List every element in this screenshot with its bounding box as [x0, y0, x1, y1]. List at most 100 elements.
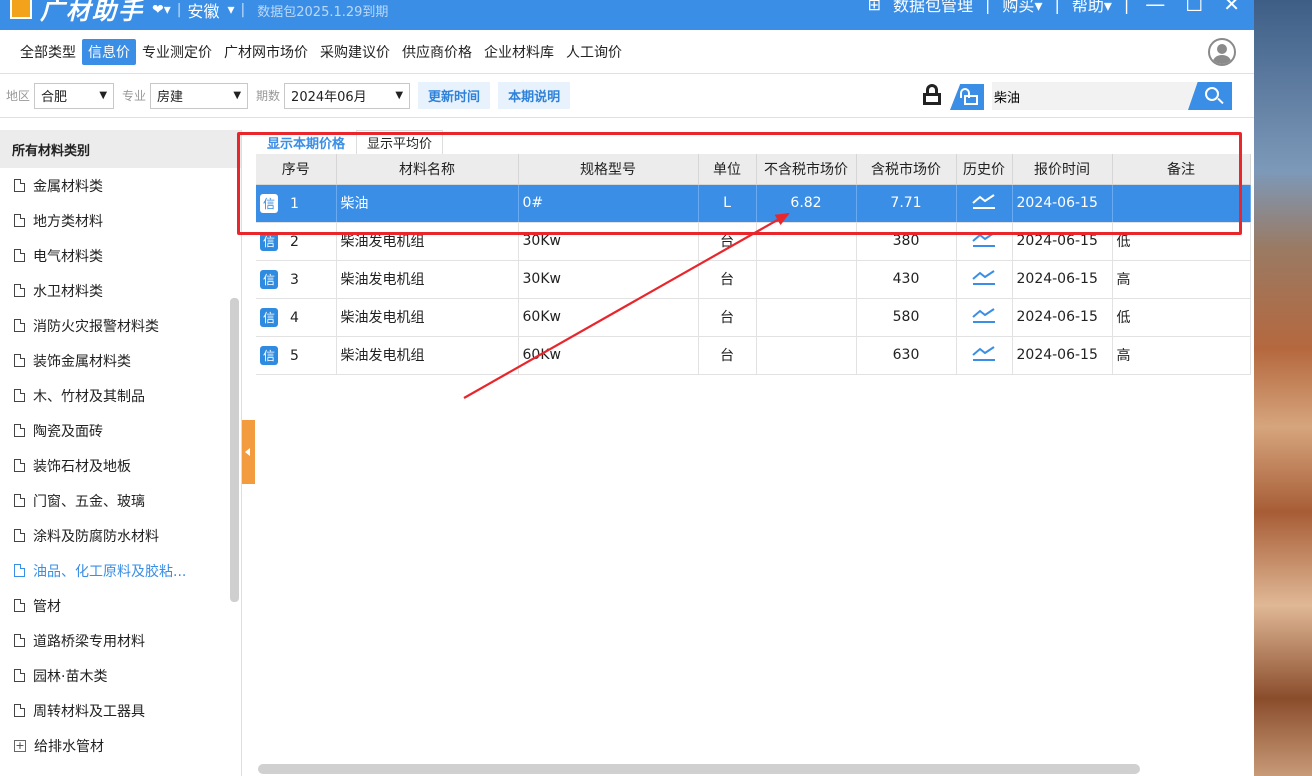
cell-price-ex-tax[interactable]: [756, 336, 857, 375]
sidebar-category-item[interactable]: 管材: [0, 588, 241, 623]
col-header-price-ex-tax[interactable]: 不含税市场价: [756, 154, 857, 185]
horizontal-scrollbar[interactable]: [258, 764, 1140, 774]
lock-icon[interactable]: [922, 84, 942, 106]
package-manage-link[interactable]: 数据包管理: [893, 0, 973, 16]
cell-note[interactable]: 高: [1112, 260, 1251, 299]
col-header-no[interactable]: 序号: [256, 154, 337, 185]
table-row[interactable]: 信 2 柴油发电机组 30Kw 台 380 2024-06-15 低: [256, 222, 1251, 261]
trend-chart-icon[interactable]: [972, 307, 996, 323]
cell-note[interactable]: 低: [1112, 298, 1251, 337]
cell-history[interactable]: [956, 260, 1013, 299]
cell-unit[interactable]: 台: [698, 298, 757, 337]
cell-note[interactable]: 高: [1112, 336, 1251, 375]
cell-date[interactable]: 2024-06-15: [1012, 222, 1113, 261]
sidebar-category-item[interactable]: 道路桥梁专用材料: [0, 623, 241, 658]
help-menu[interactable]: 帮助▾: [1072, 0, 1112, 16]
tab-average-price[interactable]: 显示平均价: [356, 130, 444, 154]
cell-price-ex-tax[interactable]: [756, 222, 857, 261]
maximize-button[interactable]: ☐: [1181, 0, 1207, 16]
region-switch[interactable]: 安徽: [187, 0, 219, 22]
sidebar-category-item[interactable]: 水卫材料类: [0, 273, 241, 308]
trend-chart-icon[interactable]: [972, 231, 996, 247]
cell-price-in-tax[interactable]: 430: [856, 260, 957, 299]
sidebar-category-item[interactable]: 消防火灾报警材料类: [0, 308, 241, 343]
expand-plus-icon[interactable]: +: [14, 739, 26, 752]
table-row[interactable]: 信 1 柴油 0# L 6.82 7.71 2024-06-15: [256, 184, 1251, 223]
menu-labor-inquiry[interactable]: 人工询价: [560, 39, 628, 65]
cell-history[interactable]: [956, 298, 1013, 337]
major-select[interactable]: 房建 ▼: [150, 82, 249, 109]
menu-info-price[interactable]: 信息价: [82, 38, 136, 65]
sidebar-category-item[interactable]: 电气材料类: [0, 238, 241, 273]
cell-price-in-tax[interactable]: 630: [856, 336, 957, 375]
unlock-icon[interactable]: [950, 84, 984, 110]
cell-spec[interactable]: 0#: [518, 184, 699, 223]
cell-price-in-tax[interactable]: 580: [856, 298, 957, 337]
cell-unit[interactable]: L: [698, 184, 757, 223]
cell-spec[interactable]: 30Kw: [518, 222, 699, 261]
table-row[interactable]: 信 5 柴油发电机组 60Kw 台 630 2024-06-15 高: [256, 336, 1251, 375]
table-row[interactable]: 信 4 柴油发电机组 60Kw 台 580 2024-06-15 低: [256, 298, 1251, 337]
cell-name[interactable]: 柴油发电机组: [336, 260, 519, 299]
sidebar-scrollbar[interactable]: [230, 298, 239, 602]
sidebar-category-item[interactable]: 装饰石材及地板: [0, 448, 241, 483]
col-header-spec[interactable]: 规格型号: [518, 154, 699, 185]
cell-price-ex-tax[interactable]: [756, 298, 857, 337]
trend-chart-icon[interactable]: [972, 269, 996, 285]
cell-name[interactable]: 柴油发电机组: [336, 298, 519, 337]
menu-market-price[interactable]: 广材网市场价: [218, 39, 314, 65]
cell-no[interactable]: 信4: [256, 298, 337, 337]
menu-enterprise-library[interactable]: 企业材料库: [478, 39, 560, 65]
buy-menu[interactable]: 购买▾: [1002, 0, 1042, 16]
cell-date[interactable]: 2024-06-15: [1012, 298, 1113, 337]
cell-name[interactable]: 柴油: [336, 184, 519, 223]
chevron-down-icon[interactable]: ❤▾: [152, 2, 171, 18]
sidebar-category-item[interactable]: 周转材料及工器具: [0, 693, 241, 728]
cell-name[interactable]: 柴油发电机组: [336, 336, 519, 375]
trend-chart-icon[interactable]: [972, 193, 996, 209]
period-select[interactable]: 2024年06月 ▼: [284, 82, 411, 109]
cell-price-ex-tax[interactable]: 6.82: [756, 184, 857, 223]
sidebar-category-item[interactable]: 门窗、五金、玻璃: [0, 483, 241, 518]
cell-history[interactable]: [956, 184, 1013, 223]
cell-history[interactable]: [956, 222, 1013, 261]
cell-price-in-tax[interactable]: 7.71: [856, 184, 957, 223]
sidebar-category-item[interactable]: 木、竹材及其制品: [0, 378, 241, 413]
col-header-unit[interactable]: 单位: [698, 154, 757, 185]
cell-no[interactable]: 信3: [256, 260, 337, 299]
search-input[interactable]: [992, 82, 1188, 110]
cell-unit[interactable]: 台: [698, 260, 757, 299]
tab-current-price[interactable]: 显示本期价格: [256, 130, 356, 154]
menu-professional-price[interactable]: 专业测定价: [136, 39, 218, 65]
sidebar-category-item[interactable]: 地方类材料: [0, 203, 241, 238]
sidebar-category-item[interactable]: 涂料及防腐防水材料: [0, 518, 241, 553]
menu-supplier-price[interactable]: 供应商价格: [396, 39, 478, 65]
sidebar-category-item[interactable]: + 给排水管材: [0, 728, 241, 763]
sidebar-category-item[interactable]: 园林·苗木类: [0, 658, 241, 693]
search-icon[interactable]: [1188, 82, 1232, 110]
region-select[interactable]: 合肥 ▼: [34, 82, 115, 109]
cell-date[interactable]: 2024-06-15: [1012, 260, 1113, 299]
cell-note[interactable]: 低: [1112, 222, 1251, 261]
period-note-button[interactable]: 本期说明: [498, 82, 571, 109]
menu-purchase-price[interactable]: 采购建议价: [314, 39, 396, 65]
menu-all-types[interactable]: 全部类型: [14, 39, 82, 65]
sidebar-category-item[interactable]: 金属材料类: [0, 168, 241, 203]
cell-date[interactable]: 2024-06-15: [1012, 184, 1113, 223]
cell-name[interactable]: 柴油发电机组: [336, 222, 519, 261]
trend-chart-icon[interactable]: [972, 345, 996, 361]
cell-no[interactable]: 信2: [256, 222, 337, 261]
minimize-button[interactable]: —: [1141, 0, 1169, 16]
sidebar-collapse-button[interactable]: [242, 420, 255, 484]
col-header-history[interactable]: 历史价: [956, 154, 1013, 185]
cell-spec[interactable]: 60Kw: [518, 298, 699, 337]
sidebar-category-item[interactable]: 陶瓷及面砖: [0, 413, 241, 448]
chevron-down-icon[interactable]: ▾: [228, 2, 235, 18]
table-row[interactable]: 信 3 柴油发电机组 30Kw 台 430 2024-06-15 高: [256, 260, 1251, 299]
col-header-date[interactable]: 报价时间: [1012, 154, 1113, 185]
cell-spec[interactable]: 30Kw: [518, 260, 699, 299]
avatar-icon[interactable]: [1208, 38, 1236, 66]
sidebar-category-item[interactable]: 油品、化工原料及胶粘...: [0, 553, 241, 588]
cell-note[interactable]: [1112, 184, 1251, 223]
cell-price-ex-tax[interactable]: [756, 260, 857, 299]
